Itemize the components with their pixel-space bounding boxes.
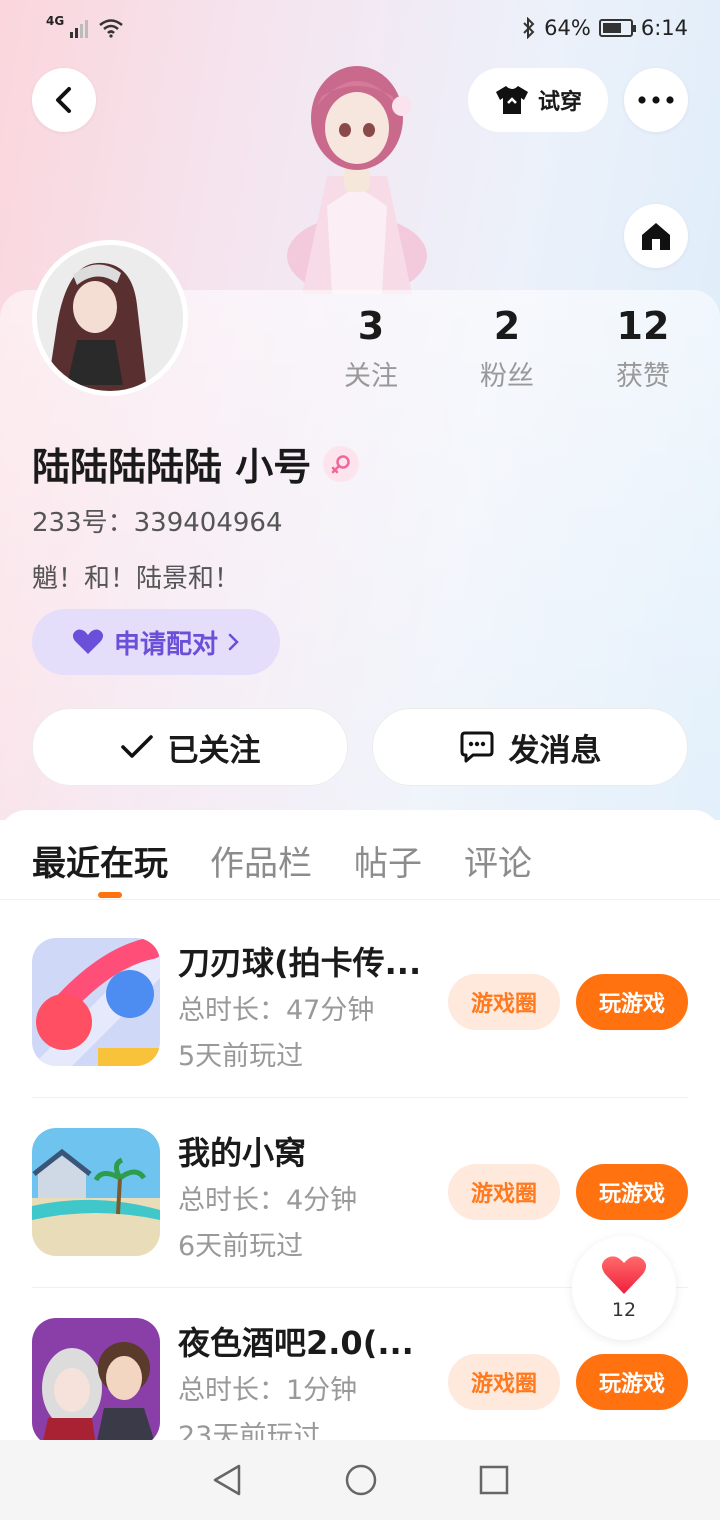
tab-comments[interactable]: 评论 (464, 836, 532, 885)
likes-label: 获赞 (616, 361, 670, 392)
game-name: 刀刃球(拍卡传... (178, 944, 422, 982)
like-button[interactable]: 12 (572, 1236, 676, 1340)
followed-label: 已关注 (167, 732, 261, 769)
chat-bubble-icon (460, 731, 493, 763)
game-row[interactable]: 我的小窝 总时长：4分钟 6天前玩过 游戏圈 玩游戏 (32, 1128, 688, 1262)
tab-recently-played[interactable]: 最近在玩 (32, 836, 168, 885)
character-figure[interactable] (272, 56, 442, 296)
battery-percent: 64% (544, 16, 591, 40)
row-divider (32, 1097, 688, 1098)
game-circle-button[interactable]: 游戏圈 (448, 974, 560, 1030)
tab-indicator (98, 892, 122, 898)
username: 陆陆陆陆陆 小号 (32, 436, 360, 491)
chevron-left-icon (56, 87, 71, 113)
signal-icon (70, 20, 89, 38)
game-last-played: 6天前玩过 (178, 1231, 304, 1262)
send-message-button[interactable]: 发消息 (372, 708, 688, 786)
play-game-button[interactable]: 玩游戏 (576, 1164, 688, 1220)
game-name: 夜色酒吧2.0(... (178, 1324, 414, 1362)
wifi-icon (99, 19, 123, 38)
game-duration: 总时长：4分钟 (178, 1185, 358, 1216)
checkmark-icon (120, 735, 153, 758)
following-count: 3 (357, 304, 385, 348)
try-on-button[interactable]: 试穿 (468, 68, 608, 132)
heart-icon (72, 629, 104, 654)
game-duration: 总时长：47分钟 (178, 995, 375, 1026)
following-label: 关注 (344, 361, 398, 392)
send-message-label: 发消息 (508, 732, 602, 769)
more-button[interactable] (624, 68, 688, 132)
status-bar: 4G 64% 6:14 (0, 0, 720, 56)
battery-icon (598, 19, 636, 37)
game-circle-button[interactable]: 游戏圈 (448, 1354, 560, 1410)
system-navigation-bar (0, 1440, 720, 1520)
like-count: 12 (611, 1299, 637, 1321)
female-icon (323, 445, 360, 482)
home-button[interactable] (624, 204, 688, 268)
play-game-button[interactable]: 玩游戏 (576, 974, 688, 1030)
game-name: 我的小窝 (178, 1134, 307, 1172)
tab-works[interactable]: 作品栏 (210, 836, 312, 885)
game-icon (32, 1318, 160, 1446)
more-dots-icon (638, 96, 674, 104)
game-last-played: 5天前玩过 (178, 1041, 304, 1072)
user-bio: 魈！和！陆景和！ (32, 564, 241, 594)
tab-posts[interactable]: 帖子 (354, 836, 422, 885)
chevron-right-icon (228, 633, 239, 651)
stat-followers[interactable]: 2 粉丝 (452, 304, 562, 393)
request-pair-label: 申请配对 (113, 629, 218, 660)
try-on-label: 试穿 (537, 90, 582, 115)
game-duration: 总时长：1分钟 (178, 1375, 358, 1406)
followers-label: 粉丝 (480, 361, 534, 392)
profile-tabs: 最近在玩 作品栏 帖子 评论 (32, 836, 532, 885)
content-panel: 最近在玩 作品栏 帖子 评论 刀刃球(拍卡传... 总时长：47分钟 5天前玩过… (0, 810, 720, 1452)
game-icon (32, 1128, 160, 1256)
recents-square-icon[interactable] (479, 1465, 509, 1495)
tshirt-icon (495, 86, 528, 114)
game-icon (32, 938, 160, 1066)
likes-count: 12 (616, 304, 670, 348)
game-row[interactable]: 刀刃球(拍卡传... 总时长：47分钟 5天前玩过 游戏圈 玩游戏 (32, 938, 688, 1072)
home-icon (642, 223, 670, 250)
tabs-divider (0, 899, 720, 900)
game-row[interactable]: 夜色酒吧2.0(... 总时长：1分钟 23天前玩过 游戏圈 玩游戏 (32, 1318, 688, 1452)
stat-following[interactable]: 3 关注 (316, 304, 426, 393)
game-circle-button[interactable]: 游戏圈 (448, 1164, 560, 1220)
play-game-button[interactable]: 玩游戏 (576, 1354, 688, 1410)
clock: 6:14 (640, 16, 688, 40)
avatar[interactable] (32, 240, 188, 396)
home-circle-icon[interactable] (344, 1463, 378, 1497)
username-text: 陆陆陆陆陆 小号 (32, 445, 312, 489)
bluetooth-icon (523, 17, 535, 39)
heart-icon (601, 1256, 647, 1294)
followed-button[interactable]: 已关注 (32, 708, 348, 786)
followers-count: 2 (493, 304, 521, 348)
stat-likes[interactable]: 12 获赞 (588, 304, 698, 393)
back-button[interactable] (32, 68, 96, 132)
request-pair-button[interactable]: 申请配对 (32, 609, 280, 675)
user-id: 233号：339404964 (32, 508, 283, 538)
back-triangle-icon[interactable] (211, 1463, 243, 1497)
network-label: 4G (46, 14, 65, 28)
